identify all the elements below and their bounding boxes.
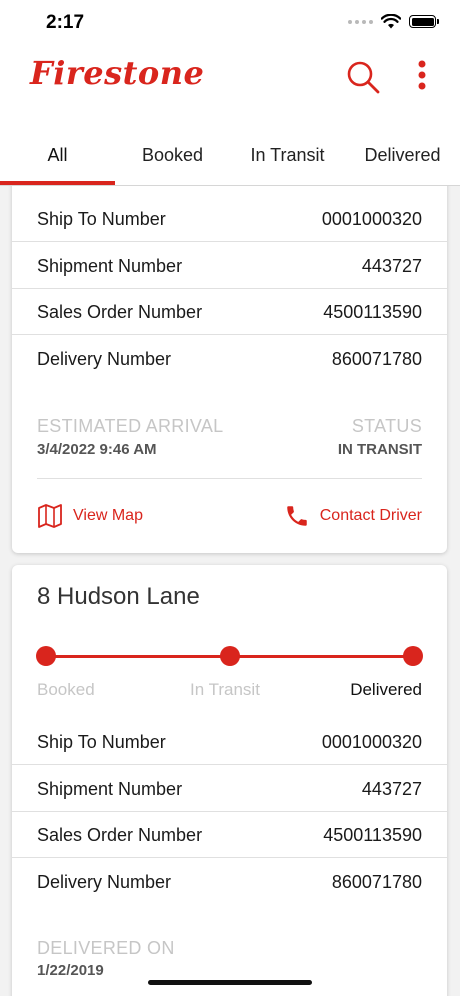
shipment-number-label: Shipment Number (37, 256, 183, 276)
delivered-on-value: 1/22/2019 (37, 962, 104, 979)
card-divider (37, 478, 422, 479)
status-bar: 2:17 (0, 0, 460, 46)
ship-to-value: 0001000320 (321, 209, 422, 229)
delivery-number-value: 860071780 (331, 872, 422, 892)
active-tab-indicator (0, 181, 115, 185)
tab-bar: All Booked In Transit Delivered (0, 122, 460, 186)
tab-in-transit[interactable]: In Transit (230, 122, 345, 186)
tab-delivered[interactable]: Delivered (345, 122, 460, 186)
delivery-number-value: 860071780 (331, 349, 422, 369)
sales-order-row: Sales Order Number 4500113590 (12, 289, 447, 335)
sales-order-value: 4500113590 (323, 302, 422, 322)
sales-order-label: Sales Order Number (37, 825, 203, 845)
progress-dot-delivered (403, 646, 423, 666)
progress-dot-booked (36, 646, 56, 666)
ship-to-row: Ship To Number 0001000320 (12, 719, 447, 765)
shipment-number-value: 443727 (361, 256, 422, 276)
sales-order-row: Sales Order Number 4500113590 (12, 812, 447, 858)
brand-logo: Firestone (30, 54, 205, 92)
status-time: 2:17 (46, 12, 85, 33)
search-icon (347, 61, 380, 94)
status-icons (348, 14, 439, 29)
view-map-button[interactable]: View Map (37, 503, 143, 529)
more-vertical-icon (418, 60, 426, 90)
wifi-icon (381, 14, 401, 29)
shipment-number-row: Shipment Number 443727 (12, 766, 447, 812)
ship-to-row: Ship To Number 0001000320 (12, 196, 447, 242)
delivery-number-label: Delivery Number (37, 872, 172, 892)
shipment-address-title: 8 Hudson Lane (37, 583, 200, 610)
eta-label: ESTIMATED ARRIVAL (37, 416, 224, 436)
step-label-booked: Booked (37, 680, 95, 699)
progress-dot-in-transit (220, 646, 240, 666)
delivery-number-label: Delivery Number (37, 349, 172, 369)
eta-value: 3/4/2022 9:46 AM (37, 441, 157, 458)
sales-order-value: 4500113590 (323, 825, 422, 845)
more-options-button[interactable] (410, 58, 434, 96)
shipment-card[interactable]: 8 Hudson Lane Booked In Transit Delivere… (12, 565, 447, 996)
ship-to-value: 0001000320 (321, 732, 422, 752)
contact-driver-label: Contact Driver (319, 507, 422, 524)
delivery-number-row: Delivery Number 860071780 (12, 336, 447, 382)
signal-dots-icon (348, 19, 373, 24)
view-map-label: View Map (73, 507, 143, 524)
shipment-number-label: Shipment Number (37, 779, 183, 799)
step-label-in-transit: In Transit (190, 680, 260, 699)
ship-to-label: Ship To Number (37, 209, 166, 229)
sales-order-label: Sales Order Number (37, 302, 203, 322)
contact-driver-button[interactable]: Contact Driver (284, 503, 422, 529)
tab-all[interactable]: All (0, 122, 115, 186)
phone-icon (287, 506, 307, 526)
status-value: IN TRANSIT (337, 441, 422, 458)
delivery-number-row: Delivery Number 860071780 (12, 859, 447, 905)
search-button[interactable] (344, 58, 382, 96)
shipment-card[interactable]: Ship To Number 0001000320 Shipment Numbe… (12, 175, 447, 553)
step-label-delivered: Delivered (350, 680, 422, 699)
map-icon (38, 504, 62, 528)
tab-booked[interactable]: Booked (115, 122, 230, 186)
shipment-number-value: 443727 (361, 779, 422, 799)
shipment-number-row: Shipment Number 443727 (12, 243, 447, 289)
ship-to-label: Ship To Number (37, 732, 166, 752)
app-header: Firestone (0, 46, 460, 122)
home-indicator[interactable] (148, 980, 312, 985)
status-label: STATUS (351, 416, 422, 436)
delivered-on-label: DELIVERED ON (37, 938, 175, 958)
battery-icon (409, 15, 439, 28)
